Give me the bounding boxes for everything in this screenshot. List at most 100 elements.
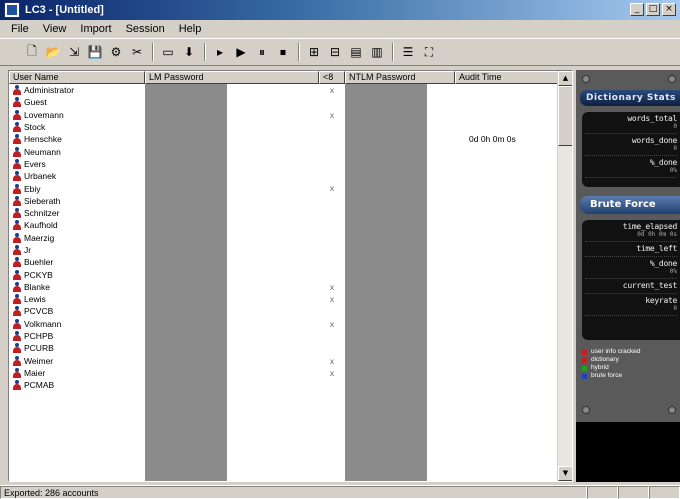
table-row[interactable]: Maier x [9,367,558,379]
options-2-icon[interactable]: ⊟ [325,42,345,62]
table-row[interactable]: Maerzig [9,232,558,244]
grid-body[interactable]: Administrator x Guest Lovemann x Stock Henschk… [9,84,558,481]
window-icon[interactable]: ▭ [158,42,178,62]
step-icon[interactable]: ▸ [210,42,230,62]
ntlm-password-cell [345,232,455,244]
lm-password-cell [145,232,319,244]
table-row[interactable]: Kaufhold [9,219,558,231]
menu-session[interactable]: Session [119,23,172,35]
open-icon[interactable]: 📂 [43,42,63,62]
tools-icon[interactable]: ✂ [127,42,147,62]
maximize-button[interactable]: □ [646,3,660,16]
table-row[interactable]: Schnitzer [9,207,558,219]
user-name: Administrator [24,85,75,96]
user-name: Neumann [24,146,61,157]
audit-time-cell [455,109,558,121]
toolbar-separator [298,43,300,61]
window-title: LC3 - [Untitled] [25,4,104,16]
stop-icon[interactable]: ⏹ [273,42,293,62]
table-row[interactable]: Volkmann x [9,318,558,330]
table-row[interactable]: Lovemann x [9,109,558,121]
table-row[interactable]: PCKYB [9,268,558,280]
user-name-cell: Buehler [9,256,145,268]
column-header-audit-time[interactable]: Audit Time [455,71,558,84]
stat-entry: time_left [585,244,677,257]
user-icon [12,195,22,206]
scroll-thumb[interactable] [558,86,572,146]
column-header-lm-password[interactable]: LM Password [145,71,319,84]
audit-time-cell [455,84,558,96]
audit-time-cell [455,207,558,219]
download-icon[interactable]: ⬇ [179,42,199,62]
scroll-up-button[interactable]: ▲ [558,71,572,86]
report-1-icon[interactable]: ▤ [346,42,366,62]
table-row[interactable]: Lewis x [9,293,558,305]
column-header-user-name[interactable]: User Name [9,71,145,84]
table-row[interactable]: Blanke x [9,281,558,293]
user-name-cell: PCHPB [9,330,145,342]
lt8-cell: x [329,281,335,292]
table-row[interactable]: Urbanek [9,170,558,182]
import-icon[interactable]: ⇲ [64,42,84,62]
table-row[interactable]: PCURB [9,342,558,354]
menu-help[interactable]: Help [172,23,209,35]
ntlm-password-cell [345,109,455,121]
play-icon[interactable]: ▶ [231,42,251,62]
ntlm-password-cell [345,268,455,280]
user-name-cell: Urbanek [9,170,145,182]
column-header-lt8[interactable]: <8 [319,71,345,84]
table-row[interactable]: Sieberath [9,195,558,207]
vertical-scrollbar[interactable]: ▲ ▼ [557,71,572,481]
options-1-icon[interactable]: ⊞ [304,42,324,62]
audit-time-cell [455,281,558,293]
table-row[interactable]: Henschke 0d 0h 0m 0s [9,133,558,145]
title-bar[interactable]: LC3 - [Untitled] _ □ × [0,0,680,20]
fullscreen-icon[interactable]: ⛶ [419,42,439,62]
pause-icon[interactable]: ⏸ [252,42,272,62]
menu-bar: File View Import Session Help [0,20,680,38]
save-icon[interactable]: 💾 [85,42,105,62]
stat-value: 0 [673,145,677,152]
table-row[interactable]: Administrator x [9,84,558,96]
status-pane [618,486,649,499]
stat-label: words_done [631,136,677,145]
legend-label: user info cracked [591,348,641,355]
table-row[interactable]: Ebiy x [9,182,558,194]
user-icon [12,343,22,354]
stat-label: time_elapsed [622,222,677,231]
menu-view[interactable]: View [36,23,74,35]
legend-item: user info cracked [582,348,680,356]
report-2-icon[interactable]: ▥ [367,42,387,62]
user-name: PCURB [24,343,54,354]
table-row[interactable]: Stock [9,121,558,133]
table-row[interactable]: Guest [9,96,558,108]
ntlm-password-cell [345,145,455,157]
lm-password-cell [145,158,319,170]
brute-force-button[interactable]: Brute Force [580,196,680,214]
table-row[interactable]: Jr [9,244,558,256]
close-button[interactable]: × [662,3,676,16]
table-row[interactable]: Weimer x [9,355,558,367]
minimize-button[interactable]: _ [630,3,644,16]
user-name-cell: Weimer [9,355,145,367]
table-row[interactable]: PCVCB [9,305,558,317]
table-row[interactable]: Buehler [9,256,558,268]
user-icon [12,85,22,96]
table-row[interactable]: PCMAB [9,379,558,391]
table-row[interactable]: Evers [9,158,558,170]
user-icon [12,134,22,145]
new-icon[interactable]: 🗋 [22,42,42,62]
scroll-down-button[interactable]: ▼ [558,466,572,481]
stat-value: 0d 0h 0m 0s [637,231,677,238]
user-name: Blanke [24,281,50,292]
properties-icon[interactable]: ☰ [398,42,418,62]
stat-entry: words_total 0 [585,114,677,134]
stats-panel: Dictionary Stats words_total 0 words_done 0… [576,70,680,482]
session-icon[interactable]: ⚙ [106,42,126,62]
table-row[interactable]: Neumann [9,145,558,157]
column-header-ntlm-password[interactable]: NTLM Password [345,71,455,84]
menu-file[interactable]: File [4,23,36,35]
menu-import[interactable]: Import [73,23,118,35]
stat-value: 0% [669,268,677,275]
table-row[interactable]: PCHPB [9,330,558,342]
